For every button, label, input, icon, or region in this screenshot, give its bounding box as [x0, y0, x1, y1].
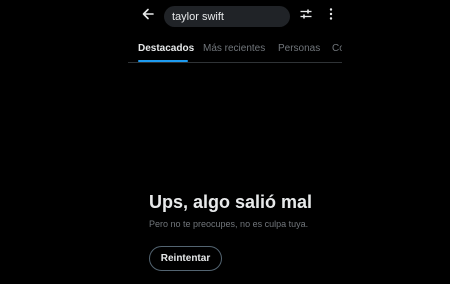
top-bar: [0, 0, 450, 34]
sliders-icon: [299, 7, 313, 26]
error-subtitle: Pero no te preocupes, no es culpa tuya.: [149, 219, 309, 229]
filter-button[interactable]: [296, 6, 316, 26]
tab-co[interactable]: Co: [332, 34, 342, 62]
vertical-ellipsis-icon: [328, 7, 334, 26]
retry-button[interactable]: Reintentar: [149, 246, 222, 271]
tab-destacados[interactable]: Destacados: [138, 34, 194, 62]
error-title: Ups, algo salió mal: [149, 192, 313, 212]
tab-mas-recientes[interactable]: Más recientes: [203, 34, 265, 62]
tab-label: Co: [332, 42, 342, 54]
tab-label: Más recientes: [203, 42, 266, 54]
tab-bar: Destacados Más recientes Personas Co: [128, 34, 342, 62]
search-box[interactable]: [164, 6, 290, 27]
back-button[interactable]: [138, 6, 158, 26]
more-options-button[interactable]: [322, 6, 340, 26]
tab-label: Personas: [278, 42, 321, 54]
arrow-left-icon: [141, 7, 155, 26]
tab-label: Destacados: [138, 42, 195, 54]
search-input[interactable]: [172, 10, 282, 23]
tab-personas[interactable]: Personas: [278, 34, 320, 62]
tabs-divider: [128, 62, 342, 63]
